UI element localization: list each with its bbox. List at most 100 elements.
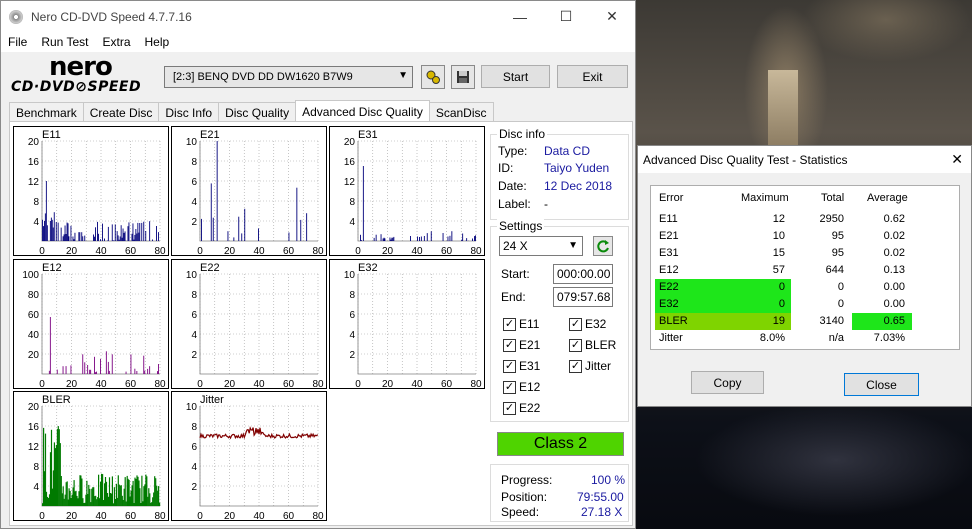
- data-bar: [121, 237, 123, 241]
- y-tick-label: 2: [191, 350, 197, 361]
- close-button[interactable]: ✕: [589, 1, 635, 32]
- checkbox-e22[interactable]: ✓ E22: [503, 401, 540, 415]
- y-tick-label: 12: [344, 177, 356, 188]
- y-tick-label: 4: [33, 482, 39, 493]
- table-header: Error Maximum Total Average: [651, 190, 961, 207]
- floppy-icon: [457, 71, 469, 83]
- graph-e31: E31 20 16 12 8 4 0 20 40 60 80: [329, 126, 485, 257]
- tab-advanced-disc-quality[interactable]: Advanced Disc Quality: [295, 100, 430, 122]
- data-bar: [108, 370, 110, 374]
- checkbox-e32[interactable]: ✓ E32: [569, 317, 606, 331]
- speed-label: Speed:: [501, 505, 540, 519]
- data-bar: [123, 232, 125, 241]
- exit-button[interactable]: Exit: [557, 65, 628, 88]
- cell-total: 0: [837, 298, 844, 310]
- data-bar: [68, 236, 70, 241]
- save-button[interactable]: [451, 65, 475, 89]
- table-row: E11 12 2950 0.62: [651, 211, 961, 228]
- x-tick-label: 0: [355, 246, 361, 257]
- date-label: Date:: [498, 179, 527, 193]
- chevron-down-icon: ▼: [568, 240, 578, 251]
- drive-select[interactable]: [2:3] BENQ DVD DD DW1620 B7W9 ▼: [164, 66, 413, 88]
- data-bar: [143, 221, 145, 241]
- data-bar: [373, 237, 375, 241]
- data-bar: [52, 227, 54, 241]
- cell-max: 57: [772, 264, 785, 276]
- cell-avg: 0.62: [883, 213, 905, 225]
- cell-max: 19: [772, 315, 785, 327]
- checkbox-e11[interactable]: ✓ E11: [503, 317, 539, 331]
- speed-select[interactable]: 24 X ▼: [499, 236, 583, 256]
- tab-scandisc[interactable]: ScanDisc: [428, 102, 494, 122]
- x-tick-label: 80: [154, 379, 166, 390]
- data-bar: [51, 219, 53, 241]
- data-bar: [111, 476, 113, 506]
- x-tick-label: 80: [312, 246, 324, 257]
- dialog-close-button[interactable]: Close: [844, 373, 919, 396]
- checkbox-e12[interactable]: ✓ E12: [503, 380, 540, 394]
- y-tick-label: 10: [186, 402, 198, 413]
- tab-benchmark[interactable]: Benchmark: [9, 102, 84, 122]
- data-bar: [45, 181, 47, 241]
- tab-create-disc[interactable]: Create Disc: [82, 102, 160, 122]
- cell-avg: 0.00: [883, 281, 905, 293]
- data-bar: [382, 238, 384, 241]
- checkbox-e21[interactable]: ✓ E21: [503, 338, 540, 352]
- drive-info-button[interactable]: [421, 65, 445, 89]
- menu-help[interactable]: Help: [138, 35, 177, 49]
- data-bar: [360, 240, 362, 241]
- data-bar: [145, 231, 147, 241]
- checkbox-e31[interactable]: ✓ E31: [503, 359, 540, 373]
- data-bar: [117, 235, 119, 241]
- checkbox-jitter[interactable]: ✓ Jitter: [569, 359, 611, 373]
- cell-max: 10: [772, 230, 785, 242]
- data-bar: [296, 187, 298, 241]
- checkmark-icon: ✓: [503, 380, 516, 394]
- refresh-button[interactable]: [593, 236, 613, 256]
- checkbox-bler[interactable]: ✓ BLER: [569, 338, 616, 352]
- start-button[interactable]: Start: [481, 65, 550, 88]
- data-bar: [78, 232, 80, 241]
- label-value: -: [544, 197, 548, 211]
- data-bar: [111, 224, 113, 241]
- data-bar: [56, 369, 58, 374]
- data-bar: [258, 228, 259, 241]
- copy-button[interactable]: Copy: [691, 371, 764, 394]
- header-average: Average: [867, 192, 908, 204]
- start-input[interactable]: 000:00.00: [553, 264, 613, 284]
- menu-extra[interactable]: Extra: [95, 35, 137, 49]
- tab-disc-quality[interactable]: Disc Quality: [218, 102, 297, 122]
- data-bar: [50, 217, 52, 241]
- cell-max: 8.0%: [759, 332, 785, 344]
- data-bar: [389, 237, 391, 241]
- data-bar: [82, 354, 84, 374]
- data-bar: [380, 234, 382, 241]
- y-tick-label: 20: [28, 402, 40, 413]
- y-tick-label: 2: [191, 217, 197, 228]
- data-bar: [462, 233, 464, 241]
- checkbox-label: E11: [519, 317, 540, 331]
- end-input[interactable]: 079:57.68: [553, 287, 613, 307]
- graph-e12: E12 100 80 60 40 20 0 20 40 60 80: [13, 259, 169, 390]
- menu-file[interactable]: File: [1, 35, 34, 49]
- menu-run-test[interactable]: Run Test: [34, 35, 95, 49]
- data-bar: [49, 317, 51, 374]
- x-tick-label: 40: [411, 379, 423, 390]
- x-tick-label: 20: [224, 379, 236, 390]
- data-bar: [210, 183, 212, 241]
- y-tick-label: 4: [191, 330, 197, 341]
- maximize-button[interactable]: ☐: [543, 1, 589, 32]
- tab-disc-info[interactable]: Disc Info: [158, 102, 220, 122]
- y-tick-label: 4: [349, 330, 355, 341]
- data-bar: [139, 223, 141, 241]
- x-tick-label: 60: [441, 246, 453, 257]
- checkbox-label: E31: [519, 359, 541, 373]
- dialog-close-icon[interactable]: ✕: [951, 151, 963, 168]
- data-bar: [132, 223, 134, 241]
- y-tick-label: 8: [191, 290, 197, 301]
- checkmark-icon: ✓: [569, 317, 582, 331]
- minimize-button[interactable]: —: [497, 1, 543, 32]
- cell-total: n/a: [828, 332, 844, 344]
- data-bar: [119, 236, 121, 241]
- data-bar: [136, 371, 138, 374]
